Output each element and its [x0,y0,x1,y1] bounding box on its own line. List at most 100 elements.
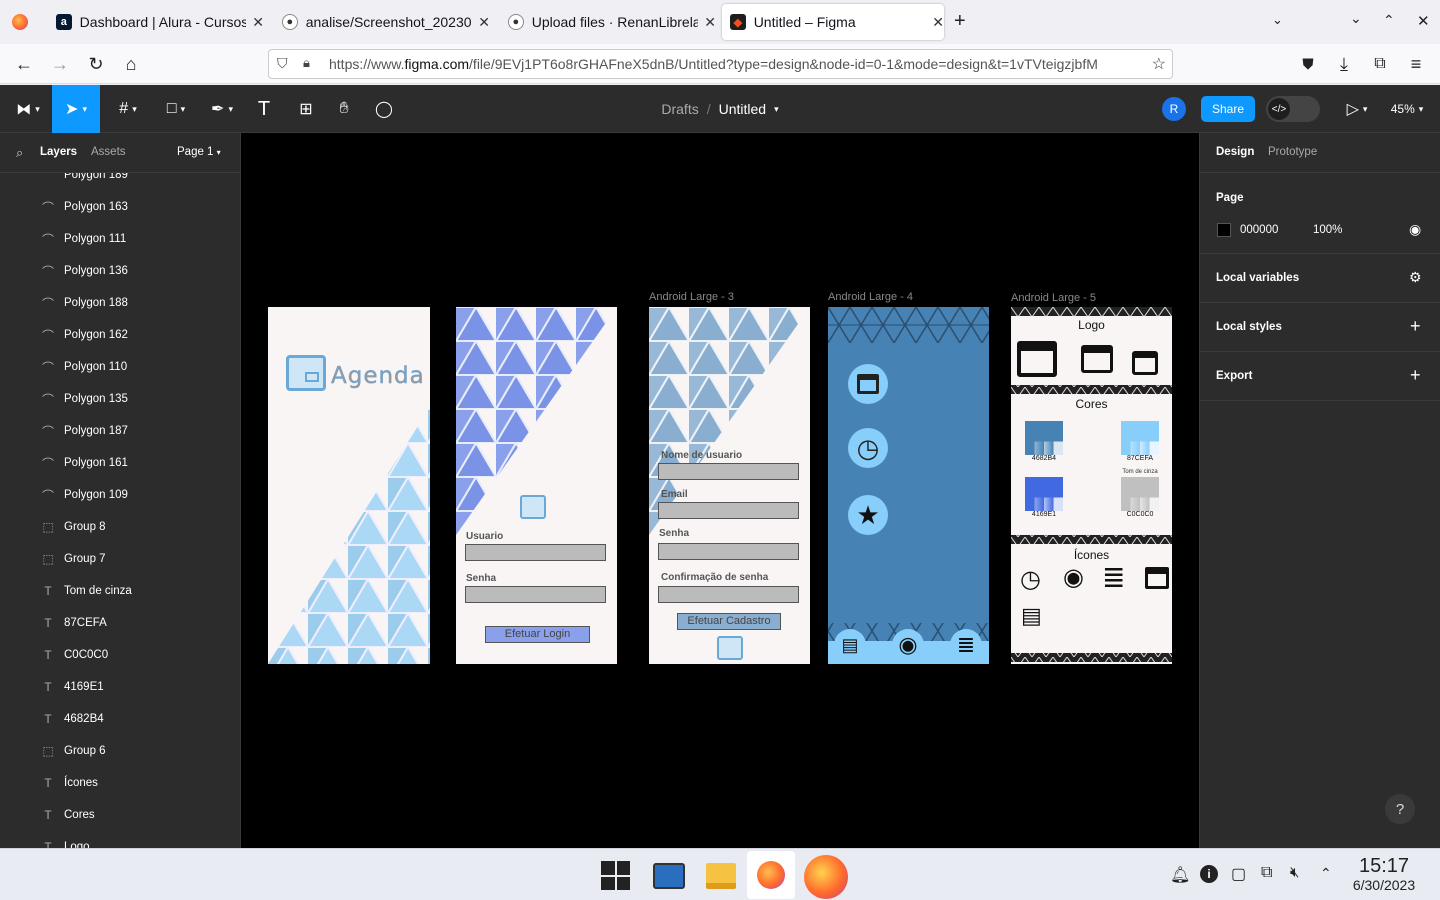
volume-muted-icon[interactable]: 🔇︎ [1290,864,1299,881]
tab-design[interactable]: Design [1216,146,1254,158]
chevron-up-icon[interactable]: ⌃ [1320,865,1332,882]
layer-item[interactable]: ⌒ Polygon 161 [0,447,240,479]
app-menu-icon[interactable]: ≡ [1404,52,1428,76]
tab-assets[interactable]: Assets [91,146,126,158]
avatar[interactable]: R [1162,97,1186,121]
hand-tool[interactable]: ✋︎ [330,85,358,133]
close-window-icon[interactable]: ✕ [1417,12,1430,30]
notifications-icon[interactable]: 🔔︎ [1170,865,1190,885]
dev-mode-toggle[interactable]: </> [1266,96,1320,122]
layer-item[interactable]: T 4682B4 [0,703,240,735]
help-button[interactable]: ? [1385,794,1415,824]
layer-item[interactable]: T 4169E1 [0,671,240,703]
eye-icon[interactable]: ◉ [1409,221,1421,238]
pen-tool[interactable]: ✒ ▾ [202,85,242,133]
pocket-icon[interactable]: ⛊ [1296,52,1320,76]
frame5-label[interactable]: Android Large - 5 [1011,292,1096,304]
frame3-label[interactable]: Android Large - 3 [649,291,734,303]
new-tab-button[interactable]: + [954,10,966,33]
file-name[interactable]: Untitled [719,101,766,117]
list-tabs-icon[interactable]: ⌄ [1272,12,1283,28]
frame4-label[interactable]: Android Large - 4 [828,291,913,303]
sliders-icon[interactable]: ⚙ [1409,269,1422,286]
firefox-dev-icon[interactable] [804,855,848,899]
firefox-taskbar-active[interactable] [747,851,795,899]
layer-item[interactable]: T Ícones [0,767,240,799]
figma-main-menu[interactable]: ⧓ ▾ [6,85,50,133]
page-selector[interactable]: Page 1 ▾ [177,146,221,158]
clock-time[interactable]: 15:17 [1340,855,1428,878]
back-icon[interactable]: ← [12,52,36,76]
present-button[interactable]: ▷ ▾ [1340,85,1374,133]
layer-item[interactable]: ⌒ Polygon 135 [0,383,240,415]
resources-tool[interactable]: ⊞ [292,85,320,133]
comment-tool[interactable]: ◯ [370,85,398,133]
breadcrumb-drafts[interactable]: Drafts [661,101,698,117]
extensions-icon[interactable]: ⧉ [1368,52,1392,76]
layer-item[interactable]: ⬚ Group 6 [0,735,240,767]
figma-canvas[interactable]: Agenda Usuario Senha Efetuar Login Andro… [241,133,1199,848]
shape-tool[interactable]: □ ▾ [156,85,196,133]
page-color-swatch[interactable] [1217,223,1231,237]
tab-alura[interactable]: a Dashboard | Alura - Cursos ✕ [48,4,264,40]
layer-item[interactable]: ⌒ Polygon 187 [0,415,240,447]
text-tool[interactable]: T [250,85,278,133]
url-bar[interactable]: ⛉ 🔒︎ https://www.figma.com/file/9EVj1PT6… [268,49,1173,79]
export-section[interactable]: Export + [1200,352,1440,401]
tab-github-upload[interactable]: ● Upload files · RenanLibrela ✕ [500,4,716,40]
layer-item[interactable]: ⌒ Polygon 188 [0,287,240,319]
close-tab-icon[interactable]: ✕ [704,14,716,31]
file-explorer-icon[interactable] [706,863,736,889]
tab-prototype[interactable]: Prototype [1268,146,1317,158]
lock-icon[interactable]: 🔒︎ [303,55,310,71]
firefox-menu-icon[interactable] [12,14,28,30]
chevron-down-icon[interactable]: ▾ [774,104,779,115]
frame-menu[interactable]: ◷ ★ ▤ ◉ ≣ [828,307,989,664]
close-tab-icon[interactable]: ✕ [252,14,264,31]
frame-register[interactable]: Nome de usuario Email Senha Confirmação … [649,307,810,664]
layer-item[interactable]: T Tom de cinza [0,575,240,607]
shield-icon[interactable]: ⛉ [277,55,288,72]
reload-icon[interactable]: ↻ [84,52,108,76]
info-icon[interactable]: i [1200,865,1218,883]
tab-layers[interactable]: Layers [40,146,77,158]
layer-item[interactable]: ⬚ Group 7 [0,543,240,575]
clock-date[interactable]: 6/30/2023 [1340,877,1428,893]
local-styles-section[interactable]: Local styles + [1200,303,1440,352]
layer-item[interactable]: ⬚ Group 8 [0,511,240,543]
local-variables-section[interactable]: Local variables ⚙ [1200,254,1440,303]
layer-item[interactable]: ⌒ Polygon 111 [0,223,240,255]
layer-item[interactable]: T 87CEFA [0,607,240,639]
search-icon[interactable]: ⌕ [16,145,23,161]
maximize-icon[interactable]: ⌃ [1383,12,1395,29]
zoom-menu[interactable]: 45% ▾ [1384,85,1430,133]
layer-item[interactable]: ⌒ Polygon 162 [0,319,240,351]
move-tool[interactable]: ➤ ▾ [52,85,100,133]
layer-item[interactable]: T Cores [0,799,240,831]
bookmark-star-icon[interactable]: ☆ [1152,54,1166,74]
clipboard-tray-icon[interactable]: ▢ [1231,864,1246,884]
frame-splash[interactable]: Agenda [268,307,430,664]
task-view-icon[interactable] [653,863,685,889]
downloads-icon[interactable]: ⤓ [1332,52,1356,76]
share-button[interactable]: Share [1201,96,1255,122]
layer-item[interactable]: ⌒ Polygon 110 [0,351,240,383]
minimize-icon[interactable]: ⌄ [1350,10,1362,27]
home-icon[interactable]: ⌂ [119,52,143,76]
network-icon[interactable]: ⧉ [1261,864,1272,882]
layer-item[interactable]: ⌒ Polygon 109 [0,479,240,511]
plus-icon[interactable]: + [1410,365,1421,386]
tab-figma[interactable]: ◆ Untitled – Figma ✕ [722,4,944,40]
layer-item[interactable]: ⌒ Polygon 163 [0,191,240,223]
page-opacity-value[interactable]: 100% [1313,224,1342,236]
close-tab-icon[interactable]: ✕ [932,14,944,31]
frame-tool[interactable]: # ▾ [108,85,148,133]
forward-icon[interactable]: → [48,52,72,76]
layer-item[interactable]: T Logo [0,831,240,848]
page-color-value[interactable]: 000000 [1240,224,1278,236]
tab-github-analise[interactable]: ● analise/Screenshot_20230 ✕ [274,4,490,40]
frame-login[interactable]: Usuario Senha Efetuar Login [456,307,617,664]
plus-icon[interactable]: + [1410,316,1421,337]
start-icon[interactable] [601,861,630,890]
frame-style-guide[interactable]: Logo Cores 4682B4 87CEFA Tom de cinza 41… [1011,307,1172,664]
